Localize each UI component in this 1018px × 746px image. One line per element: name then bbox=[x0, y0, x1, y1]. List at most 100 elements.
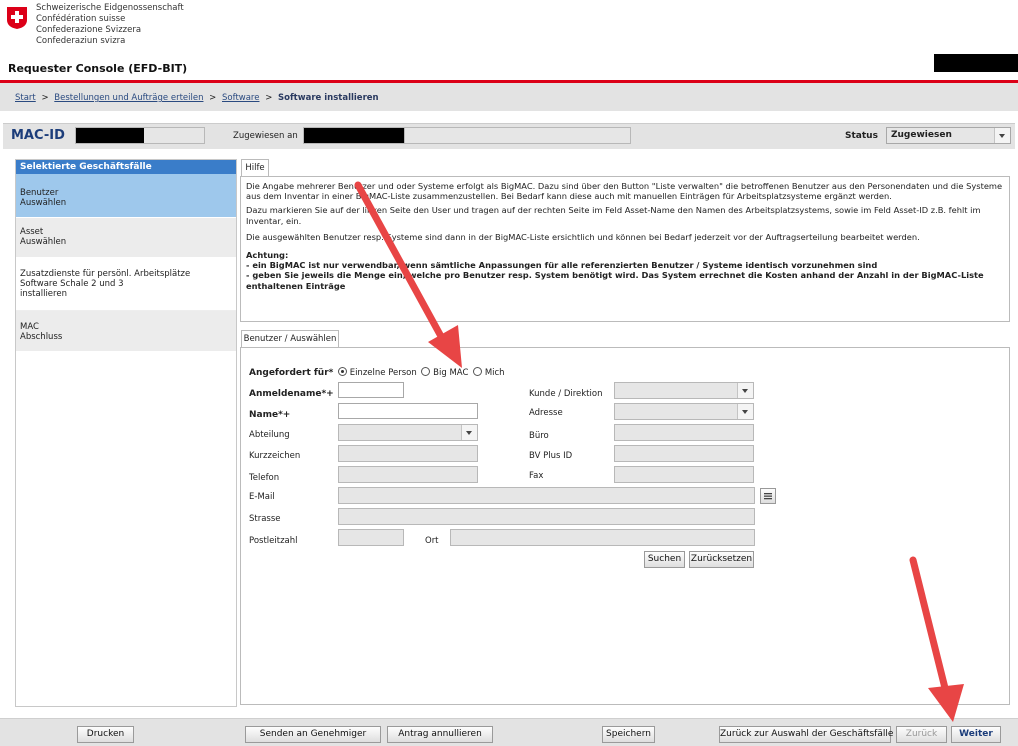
swiss-logo bbox=[6, 6, 28, 30]
fax-label: Fax bbox=[529, 471, 544, 481]
next-button[interactable]: Weiter bbox=[951, 726, 1001, 743]
brand-line: Confederazione Svizzera bbox=[36, 25, 142, 35]
sidebar-item-label: Benutzer bbox=[20, 188, 59, 198]
list-icon bbox=[764, 493, 772, 500]
breadcrumb-current: Software installieren bbox=[278, 93, 379, 103]
sidebar-item-label: MAC bbox=[20, 322, 39, 332]
breadcrumb-orders[interactable]: Bestellungen und Aufträge erteilen bbox=[54, 93, 203, 103]
email-input[interactable] bbox=[338, 487, 755, 504]
chevron-down-icon bbox=[737, 383, 753, 398]
breadcrumb: Start > Bestellungen und Aufträge erteil… bbox=[0, 83, 1018, 111]
save-button[interactable]: Speichern bbox=[602, 726, 655, 743]
status-value: Zugewiesen bbox=[891, 130, 952, 140]
sidebar-item-sublabel: installieren bbox=[20, 289, 67, 299]
assigned-label: Zugewiesen an bbox=[233, 131, 298, 141]
status-select[interactable]: Zugewiesen bbox=[886, 127, 1011, 144]
address-label: Adresse bbox=[529, 408, 563, 418]
assigned-field[interactable] bbox=[303, 127, 631, 144]
warning-title: Achtung: bbox=[246, 250, 289, 261]
customer-select[interactable] bbox=[614, 382, 754, 399]
sidebar-item-label: Zusatzdienste für persönl. Arbeitsplätze bbox=[20, 269, 191, 279]
breadcrumb-separator: > bbox=[209, 93, 217, 103]
send-to-approver-button[interactable]: Senden an Genehmiger bbox=[245, 726, 381, 743]
radio-checked-icon bbox=[338, 367, 347, 376]
short-label: Kurzzeichen bbox=[249, 451, 301, 461]
radio-bigmac[interactable]: Big MAC bbox=[421, 367, 468, 378]
login-input[interactable] bbox=[338, 382, 404, 398]
sidebar: Selektierte Geschäftsfälle Benutzer Ausw… bbox=[15, 159, 237, 707]
reset-button[interactable]: Zurücksetzen bbox=[689, 551, 754, 568]
sidebar-item-sublabel: Auswählen bbox=[20, 198, 67, 208]
breadcrumb-separator: > bbox=[265, 93, 273, 103]
sidebar-item-label: Asset bbox=[20, 227, 44, 237]
radio-label: Mich bbox=[484, 368, 505, 378]
warning-text: - ein BigMAC ist nur verwendbar, wenn sä… bbox=[246, 260, 878, 271]
swiss-cross-icon bbox=[7, 7, 27, 29]
help-text: Die Angabe mehrerer Benutzer und oder Sy… bbox=[246, 181, 1003, 202]
sidebar-header: Selektierte Geschäftsfälle bbox=[16, 160, 236, 174]
radio-unchecked-icon bbox=[473, 367, 483, 376]
zip-label: Postleitzahl bbox=[249, 536, 298, 546]
cancel-request-button[interactable]: Antrag annullieren bbox=[387, 726, 493, 743]
brand-line: Confederaziun svizra bbox=[36, 36, 126, 46]
bvplus-label: BV Plus ID bbox=[529, 451, 573, 461]
radio-single-person[interactable]: Einzelne Person bbox=[338, 367, 417, 378]
fax-input[interactable] bbox=[614, 466, 754, 483]
help-text: Die ausgewählten Benutzer resp. Systeme … bbox=[246, 231, 920, 242]
email-list-button[interactable] bbox=[760, 488, 776, 504]
office-label: Büro bbox=[529, 431, 549, 441]
back-to-selection-button[interactable]: Zurück zur Auswahl der Geschäftsfälle bbox=[719, 726, 893, 743]
street-input[interactable] bbox=[338, 508, 755, 525]
print-button[interactable]: Drucken bbox=[77, 726, 134, 743]
department-select[interactable] bbox=[338, 424, 478, 441]
customer-label: Kunde / Direktion bbox=[529, 389, 603, 399]
breadcrumb-separator: > bbox=[41, 93, 49, 103]
brand-line: Confédération suisse bbox=[36, 14, 126, 24]
warning-text: - geben Sie jeweils die Menge ein, welch… bbox=[246, 270, 984, 291]
brand-line: Schweizerische Eidgenossenschaft bbox=[36, 3, 184, 13]
short-input[interactable] bbox=[338, 445, 478, 462]
user-redacted bbox=[934, 54, 1018, 72]
sidebar-item-mac[interactable]: MAC Abschluss bbox=[16, 311, 236, 351]
chevron-down-icon bbox=[994, 128, 1010, 143]
bvplus-input[interactable] bbox=[614, 445, 754, 462]
search-button[interactable]: Suchen bbox=[644, 551, 685, 568]
breadcrumb-software[interactable]: Software bbox=[222, 93, 259, 103]
breadcrumb-start[interactable]: Start bbox=[15, 93, 36, 103]
status-label: Status bbox=[845, 131, 878, 141]
city-input[interactable] bbox=[450, 529, 755, 546]
radio-label: Big MAC bbox=[433, 368, 469, 378]
phone-input[interactable] bbox=[338, 466, 478, 483]
name-input[interactable] bbox=[338, 403, 478, 419]
sidebar-item-benutzer[interactable]: Benutzer Auswählen bbox=[16, 174, 236, 218]
radio-unchecked-icon bbox=[421, 367, 431, 376]
login-label: Anmeldename*+ bbox=[249, 389, 334, 399]
street-label: Strasse bbox=[249, 514, 281, 524]
zip-input[interactable] bbox=[338, 529, 404, 546]
city-label: Ort bbox=[425, 536, 439, 546]
form-panel bbox=[240, 347, 1010, 705]
requested-for-label: Angefordert für* bbox=[249, 368, 334, 378]
radio-group: Einzelne Person Big MAC Mich bbox=[338, 367, 505, 378]
radio-label: Einzelne Person bbox=[349, 368, 417, 378]
address-select[interactable] bbox=[614, 403, 754, 420]
brand-lines: Schweizerische Eidgenossenschaft Confédé… bbox=[36, 3, 184, 47]
help-panel: Die Angabe mehrerer Benutzer und oder Sy… bbox=[240, 176, 1010, 322]
chevron-down-icon bbox=[461, 425, 477, 440]
chevron-down-icon bbox=[737, 404, 753, 419]
sidebar-item-sublabel: Abschluss bbox=[20, 332, 63, 342]
sidebar-item-asset[interactable]: Asset Auswählen bbox=[16, 218, 236, 258]
office-input[interactable] bbox=[614, 424, 754, 441]
radio-me[interactable]: Mich bbox=[473, 367, 505, 378]
mac-id-label: MAC-ID bbox=[11, 128, 65, 143]
app-title: Requester Console (EFD-BIT) bbox=[8, 62, 188, 75]
sidebar-item-zusatzdienste[interactable]: Zusatzdienste für persönl. Arbeitsplätze… bbox=[16, 258, 236, 311]
email-label: E-Mail bbox=[249, 492, 275, 502]
mac-header-bar: MAC-ID Zugewiesen an Status Zugewiesen bbox=[3, 123, 1015, 149]
department-label: Abteilung bbox=[249, 430, 290, 440]
mac-id-field[interactable] bbox=[75, 127, 205, 144]
help-tab[interactable]: Hilfe bbox=[241, 159, 269, 177]
form-tab[interactable]: Benutzer / Auswählen bbox=[241, 330, 339, 348]
back-button[interactable]: Zurück bbox=[896, 726, 947, 743]
phone-label: Telefon bbox=[249, 473, 280, 483]
